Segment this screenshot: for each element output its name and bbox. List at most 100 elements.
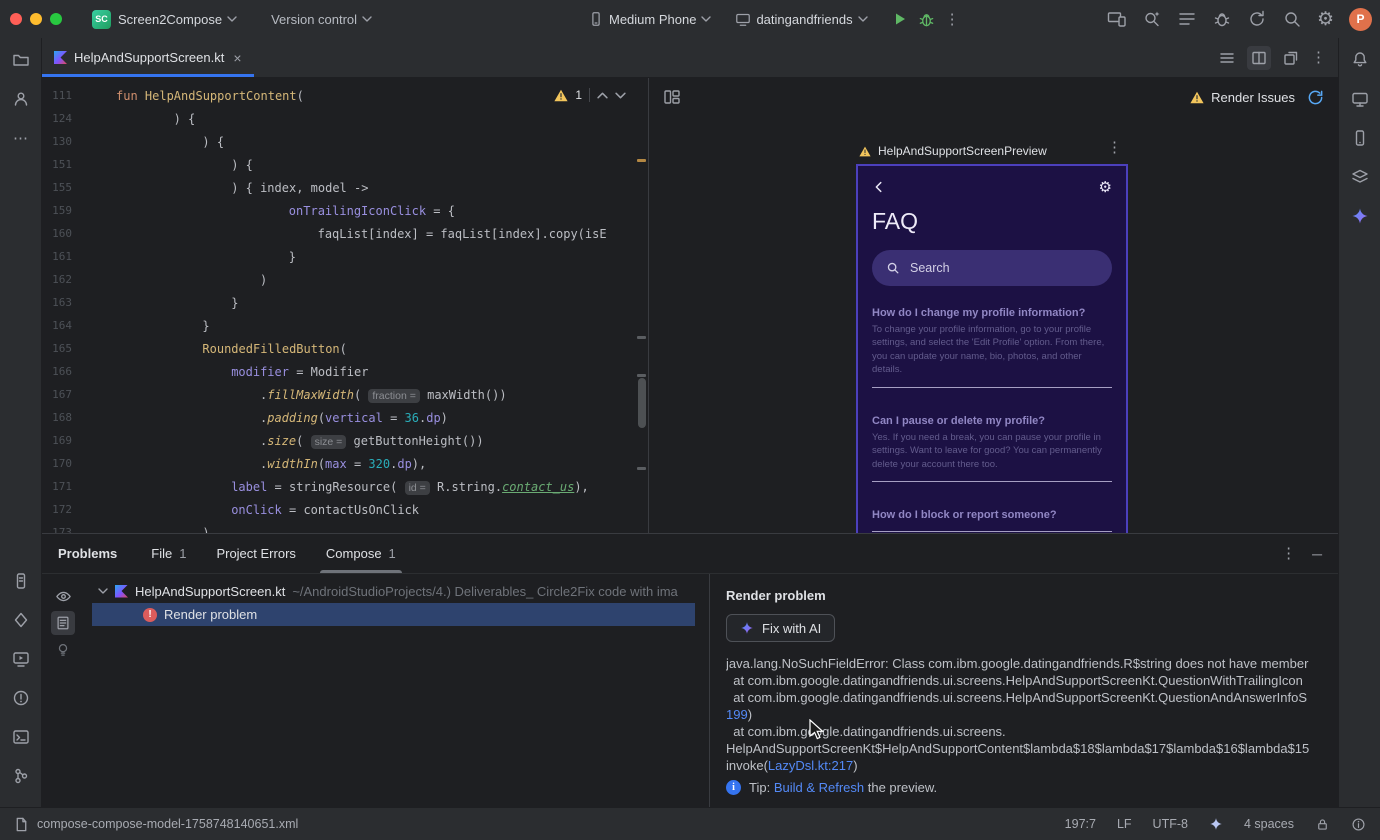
line-separator[interactable]: LF <box>1117 817 1132 831</box>
next-issue-icon[interactable] <box>615 92 626 99</box>
problem-file-row[interactable]: HelpAndSupportScreen.kt ~/AndroidStudioP… <box>84 579 709 603</box>
code-line-169[interactable]: 169 .size( size = getButtonHeight()) <box>42 429 648 452</box>
device-mirror-icon[interactable] <box>1107 9 1127 29</box>
stripe-mark[interactable] <box>637 374 646 377</box>
editor-tab[interactable]: HelpAndSupportScreen.kt × <box>42 38 254 77</box>
split-editor-button[interactable] <box>1247 45 1271 70</box>
search-bar[interactable]: Search <box>872 250 1112 286</box>
debug-button[interactable] <box>918 11 935 28</box>
running-devices-button[interactable] <box>7 645 35 673</box>
more-tool-windows-button[interactable]: ⋯ <box>7 124 35 152</box>
hide-panel-button[interactable]: ─ <box>1312 546 1322 562</box>
chevron-down-icon[interactable] <box>98 588 108 594</box>
minimize-window-button[interactable] <box>30 13 42 25</box>
settings-gear-icon[interactable]: ⚙ <box>1099 180 1112 195</box>
code-line-164[interactable]: 164} <box>42 314 648 337</box>
faq-item[interactable]: How do I block or report someone? <box>872 509 1112 533</box>
gemini-button[interactable] <box>1346 202 1374 230</box>
quickfix-bulb-button[interactable] <box>51 638 75 662</box>
device-streaming-button[interactable] <box>1346 85 1374 113</box>
tab-compose[interactable]: Compose 1 <box>319 534 402 573</box>
lock-icon[interactable] <box>1315 817 1330 832</box>
stack-link[interactable]: LazyDsl.kt:217 <box>768 758 853 773</box>
gradle-sync-icon[interactable] <box>1247 9 1267 29</box>
code-line-168[interactable]: 168 .padding(vertical = 36.dp) <box>42 406 648 429</box>
zoom-window-button[interactable] <box>50 13 62 25</box>
vcs-selector[interactable]: Version control <box>271 12 372 27</box>
close-window-button[interactable] <box>10 13 22 25</box>
run-button[interactable] <box>892 11 908 27</box>
code-line-166[interactable]: 166 modifier = Modifier <box>42 360 648 383</box>
phone-preview[interactable]: ⚙ FAQ Search How do I change my profile … <box>856 164 1128 533</box>
logcat-button[interactable] <box>7 567 35 595</box>
settings-gear-icon[interactable]: ⚙ <box>1317 10 1334 29</box>
code-line-160[interactable]: 160 faqList[index] = faqList[index].copy(… <box>42 222 648 245</box>
device-selector[interactable]: Medium Phone <box>588 11 712 27</box>
panel-options-button[interactable]: ⋮ <box>1281 546 1296 561</box>
render-problem-item[interactable]: ! Render problem <box>92 603 695 626</box>
view-options-eye-button[interactable] <box>51 584 75 608</box>
status-file[interactable]: compose-compose-model-1758748140651.xml <box>14 817 298 832</box>
code-line-162[interactable]: 162) <box>42 268 648 291</box>
run-config-selector[interactable]: datingandfriends <box>735 11 868 27</box>
code-line-167[interactable]: 167 .fillMaxWidth( fraction = maxWidth()) <box>42 383 648 406</box>
stack-link[interactable]: 199 <box>726 707 748 722</box>
tab-file[interactable]: File 1 <box>151 534 186 573</box>
tab-project-errors[interactable]: Project Errors <box>216 534 295 573</box>
ai-search-icon[interactable] <box>1142 9 1162 29</box>
code-line-124[interactable]: 124) { <box>42 107 648 130</box>
panel-title[interactable]: Problems <box>58 546 117 561</box>
build-variants-button[interactable] <box>7 606 35 634</box>
device-manager-button[interactable] <box>1346 124 1374 152</box>
indent-config[interactable]: 4 spaces <box>1244 817 1294 831</box>
fix-with-ai-button[interactable]: Fix with AI <box>726 614 836 642</box>
commit-button[interactable] <box>7 85 35 113</box>
code-line-170[interactable]: 170 .widthIn(max = 320.dp), <box>42 452 648 475</box>
profile-avatar[interactable]: P <box>1349 7 1372 31</box>
version-control-button[interactable] <box>7 762 35 790</box>
preview-source-button[interactable] <box>51 611 75 635</box>
preview-canvas[interactable]: HelpAndSupportScreenPreview ⋮ ⚙ FAQ Sear… <box>649 116 1338 533</box>
terminal-button[interactable] <box>7 723 35 751</box>
preview-name-row[interactable]: HelpAndSupportScreenPreview <box>859 144 1047 158</box>
project-button[interactable] <box>7 46 35 74</box>
stripe-mark[interactable] <box>637 467 646 470</box>
stripe-mark[interactable] <box>637 336 646 339</box>
status-info-icon[interactable] <box>1351 817 1366 832</box>
profiler-bug-icon[interactable] <box>1212 9 1232 29</box>
search-icon[interactable] <box>1282 9 1302 29</box>
faq-item[interactable]: Can I pause or delete my profile? Yes. If… <box>872 415 1112 483</box>
more-run-options-button[interactable]: ⋮ <box>945 12 960 27</box>
warning-stripe-mark[interactable] <box>637 159 646 162</box>
render-issues-label[interactable]: Render Issues <box>1211 90 1295 105</box>
editor-scrollbar[interactable] <box>638 378 646 428</box>
resource-manager-button[interactable] <box>1346 163 1374 191</box>
editor-list-button[interactable] <box>1215 46 1239 70</box>
editor-options-button[interactable]: ⋮ <box>1311 50 1326 65</box>
structure-icon[interactable] <box>1177 9 1197 29</box>
ai-status-icon[interactable] <box>1209 817 1223 831</box>
inspection-widget[interactable]: 1 <box>550 86 630 104</box>
notifications-bell-button[interactable] <box>1346 46 1374 74</box>
ui-check-grid-icon[interactable] <box>663 88 681 106</box>
back-chevron-icon[interactable] <box>872 180 886 194</box>
code-line-155[interactable]: 155) { index, model -> <box>42 176 648 199</box>
code-line-173[interactable]: 173) <box>42 521 648 534</box>
code-line-163[interactable]: 163} <box>42 291 648 314</box>
code-line-165[interactable]: 165 RoundedFilledButton( <box>42 337 648 360</box>
caret-position[interactable]: 197:7 <box>1065 817 1096 831</box>
code-line-171[interactable]: 171 label = stringResource( id = R.string… <box>42 475 648 498</box>
build-refresh-link[interactable]: Build & Refresh <box>774 780 864 795</box>
project-selector[interactable]: Screen2Compose <box>118 12 237 27</box>
code-line-130[interactable]: 130) { <box>42 130 648 153</box>
code-editor[interactable]: 111 fun HelpAndSupportContent(124) {130) … <box>42 78 648 534</box>
code-line-159[interactable]: 159 onTrailingIconClick = { <box>42 199 648 222</box>
code-line-161[interactable]: 161} <box>42 245 648 268</box>
prev-issue-icon[interactable] <box>597 92 608 99</box>
problems-button[interactable] <box>7 684 35 712</box>
detach-editor-button[interactable] <box>1279 46 1303 70</box>
close-tab-icon[interactable]: × <box>233 51 241 65</box>
code-line-172[interactable]: 172 onClick = contactUsOnClick <box>42 498 648 521</box>
file-encoding[interactable]: UTF-8 <box>1153 817 1188 831</box>
code-line-151[interactable]: 151) { <box>42 153 648 176</box>
